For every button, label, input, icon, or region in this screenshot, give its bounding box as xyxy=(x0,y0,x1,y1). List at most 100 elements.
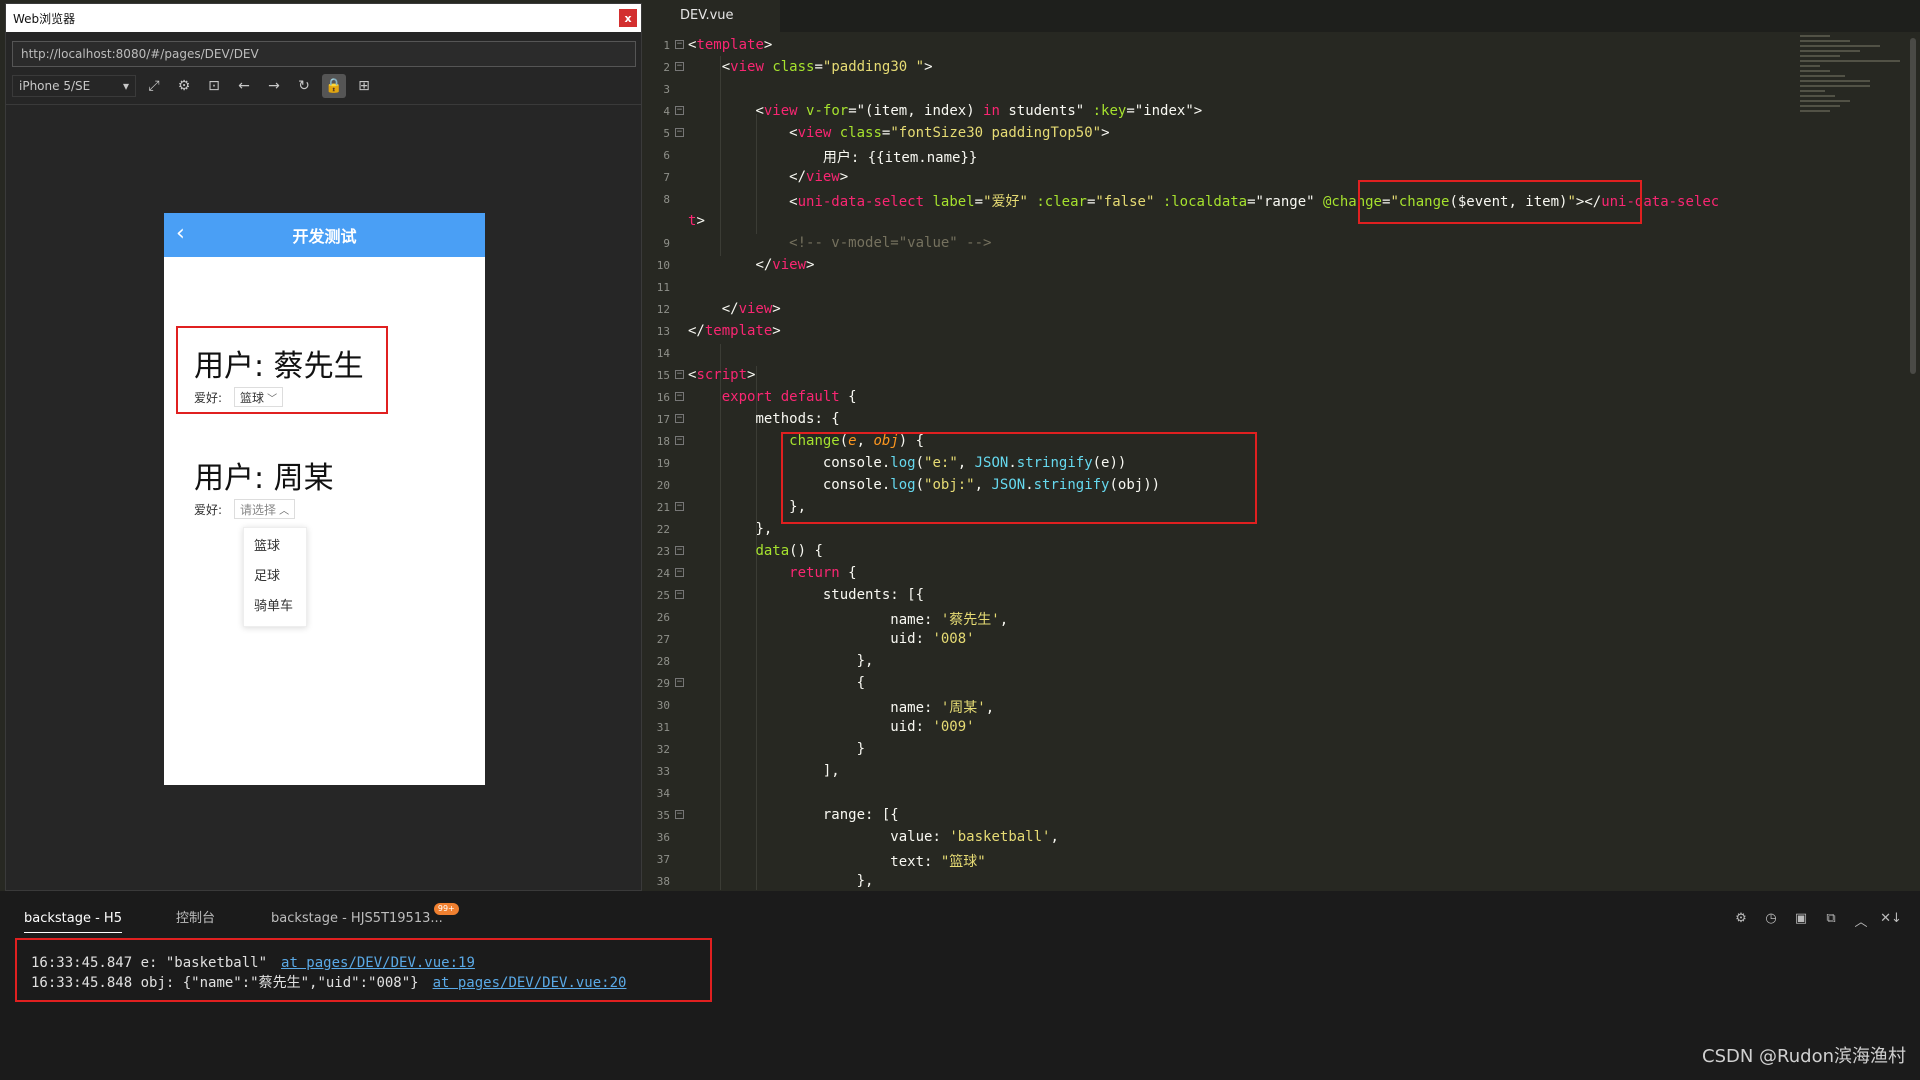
code-line[interactable]: 38 }, xyxy=(644,872,1920,890)
code-line[interactable]: 13 </template> xyxy=(644,322,1920,344)
close-icon[interactable]: ✕↓ xyxy=(1880,911,1902,929)
code-line[interactable]: 11 xyxy=(644,278,1920,300)
code-line[interactable]: t> xyxy=(644,212,1920,234)
hobby-select[interactable]: 请选择 ︿ xyxy=(234,499,296,519)
code-line[interactable]: 12 </view> xyxy=(644,300,1920,322)
line-number: 24 xyxy=(656,567,670,580)
fold-toggle-icon[interactable]: − xyxy=(675,678,684,687)
code-line[interactable]: 25− students: [{ xyxy=(644,586,1920,608)
dropdown-option[interactable]: 足球 xyxy=(244,562,306,592)
minimap[interactable] xyxy=(1800,32,1910,212)
refresh-icon[interactable]: ↻ xyxy=(292,74,316,98)
fold-toggle-icon[interactable]: − xyxy=(675,546,684,555)
fold-toggle-icon[interactable]: − xyxy=(675,568,684,577)
phone-viewport: ‹ 开发测试 用户: 蔡先生 爱好: 篮球 ﹀ 用户: 周某 爱好: 请选择 ︿ xyxy=(164,213,485,785)
stop-icon[interactable]: ▣ xyxy=(1790,911,1812,929)
fold-toggle-icon[interactable]: − xyxy=(675,106,684,115)
line-number: 22 xyxy=(656,523,670,536)
code-line[interactable]: 16− export default { xyxy=(644,388,1920,410)
code-line[interactable]: 26 name: '蔡先生', xyxy=(644,608,1920,630)
code-text: </view> xyxy=(721,301,781,317)
debug-icon[interactable]: ⚙ xyxy=(1730,911,1752,929)
fold-toggle-icon[interactable]: − xyxy=(675,436,684,445)
line-number: 13 xyxy=(656,325,670,338)
code-line[interactable]: 5− <view class="fontSize30 paddingTop50"… xyxy=(644,124,1920,146)
line-number: 21 xyxy=(656,501,670,514)
back-arrow-icon[interactable]: ← xyxy=(232,74,256,98)
close-button[interactable]: x xyxy=(619,9,637,27)
code-text: data() { xyxy=(755,543,823,559)
fold-toggle-icon[interactable]: − xyxy=(675,128,684,137)
timer-icon[interactable]: ◷ xyxy=(1760,911,1782,929)
code-line[interactable]: 35− range: [{ xyxy=(644,806,1920,828)
fold-toggle-icon[interactable]: − xyxy=(675,62,684,71)
browser-toolbar: iPhone 5/SE ▾ ⤢ ⚙ ⊡ ← → ↻ 🔒 ⊞ xyxy=(6,71,641,101)
tab-backstage-device[interactable]: backstage - HJS5T19513... 99+ xyxy=(271,903,459,933)
chevron-down-icon: ▾ xyxy=(122,79,129,93)
code-line[interactable]: 23− data() { xyxy=(644,542,1920,564)
settings-icon[interactable]: ⚙ xyxy=(172,74,196,98)
code-line[interactable]: 4− <view v-for="(item, index) in student… xyxy=(644,102,1920,124)
code-line[interactable]: 37 text: "篮球" xyxy=(644,850,1920,872)
fold-toggle-icon[interactable]: − xyxy=(675,392,684,401)
code-line[interactable]: 33 ], xyxy=(644,762,1920,784)
fold-toggle-icon[interactable]: − xyxy=(675,810,684,819)
chevron-up-icon[interactable]: ︿ xyxy=(1850,911,1872,930)
grid-icon[interactable]: ⊞ xyxy=(352,74,376,98)
line-number: 17 xyxy=(656,413,670,426)
code-line[interactable]: 31 uid: '009' xyxy=(644,718,1920,740)
user-name: 用户: 周某 xyxy=(194,461,334,496)
code-line[interactable]: 8 <uni-data-select label="爱好" :clear="fa… xyxy=(644,190,1920,212)
user-item-2: 用户: 周某 爱好: 请选择 ︿ xyxy=(194,453,334,519)
code-line[interactable]: 14 xyxy=(644,344,1920,366)
line-number: 33 xyxy=(656,765,670,778)
forward-arrow-icon[interactable]: → xyxy=(262,74,286,98)
watermark: CSDN @Rudon滨海渔村 xyxy=(1702,1046,1906,1067)
fold-toggle-icon[interactable]: − xyxy=(675,40,684,49)
url-input[interactable]: http://localhost:8080/#/pages/DEV/DEV xyxy=(12,41,636,67)
dropdown-option[interactable]: 篮球 xyxy=(244,532,306,562)
tab-backstage-h5[interactable]: backstage - H5 xyxy=(24,905,122,933)
editor-scrollbar[interactable] xyxy=(1910,38,1916,374)
fold-toggle-icon[interactable]: − xyxy=(675,590,684,599)
code-line[interactable]: 9 <!-- v-model="value" --> xyxy=(644,234,1920,256)
new-window-icon[interactable]: ⧉ xyxy=(1820,911,1842,929)
code-line[interactable]: 15− <script> xyxy=(644,366,1920,388)
code-text: </template> xyxy=(688,323,781,339)
code-line[interactable]: 30 name: '周某', xyxy=(644,696,1920,718)
code-line[interactable]: 34 xyxy=(644,784,1920,806)
highlight-box-console xyxy=(15,938,712,1002)
code-line[interactable]: 29− { xyxy=(644,674,1920,696)
back-chevron-icon[interactable]: ‹ xyxy=(176,221,185,246)
code-text: <template> xyxy=(688,37,773,53)
line-number: 12 xyxy=(656,303,670,316)
console-icon[interactable]: ⊡ xyxy=(202,74,226,98)
code-line[interactable]: 28 }, xyxy=(644,652,1920,674)
code-text: methods: { xyxy=(755,411,840,427)
line-number: 28 xyxy=(656,655,670,668)
tab-console[interactable]: 控制台 xyxy=(176,905,215,933)
code-text: </view> xyxy=(755,257,815,273)
code-text: 用户: {{item.name}} xyxy=(822,150,978,166)
line-number: 26 xyxy=(656,611,670,624)
lock-icon[interactable]: 🔒 xyxy=(322,74,346,98)
code-line[interactable]: 17− methods: { xyxy=(644,410,1920,432)
code-line[interactable]: 24− return { xyxy=(644,564,1920,586)
tab-dev-vue[interactable]: DEV.vue xyxy=(660,0,780,32)
fold-toggle-icon[interactable]: − xyxy=(675,502,684,511)
code-line[interactable]: 27 uid: '008' xyxy=(644,630,1920,652)
code-line[interactable]: 1− <template> xyxy=(644,36,1920,58)
code-line[interactable]: 2− <view class="padding30 "> xyxy=(644,58,1920,80)
code-line[interactable]: 32 } xyxy=(644,740,1920,762)
code-line[interactable]: 7 </view> xyxy=(644,168,1920,190)
device-select[interactable]: iPhone 5/SE ▾ xyxy=(12,75,136,97)
fold-toggle-icon[interactable]: − xyxy=(675,370,684,379)
code-line[interactable]: 6 用户: {{item.name}} xyxy=(644,146,1920,168)
fold-toggle-icon[interactable]: − xyxy=(675,414,684,423)
dropdown-option[interactable]: 骑单车 xyxy=(244,592,306,622)
code-line[interactable]: 36 value: 'basketball', xyxy=(644,828,1920,850)
rotate-icon[interactable]: ⤢ xyxy=(142,74,166,98)
code-line[interactable]: 3 xyxy=(644,80,1920,102)
code-line[interactable]: 10 </view> xyxy=(644,256,1920,278)
line-number: 16 xyxy=(656,391,670,404)
